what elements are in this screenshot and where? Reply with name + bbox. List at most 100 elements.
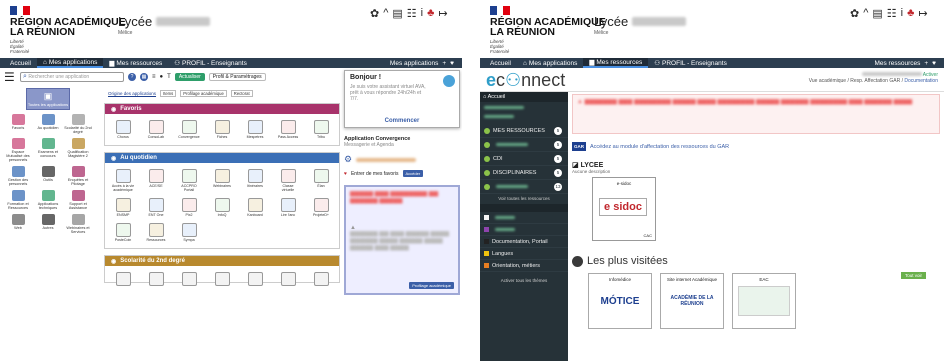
app-tile[interactable] <box>177 272 201 287</box>
access-button[interactable]: Accéder <box>402 170 424 177</box>
category-item[interactable]: Autres <box>34 214 62 234</box>
theme-item[interactable]: Orientation, métiers <box>480 260 568 272</box>
visited-card[interactable]: EAC <box>732 273 796 329</box>
menu-icon[interactable]: ☰ <box>4 70 16 84</box>
app-tile[interactable]: Classe virtuelle <box>276 169 300 192</box>
grid-view-icon[interactable]: ▦ <box>140 73 148 81</box>
category-item[interactable]: Web <box>4 214 32 234</box>
remove-favorite-link[interactable]: Entrer de mes favoris <box>351 171 399 177</box>
app-tile[interactable]: Accès à la vie académique <box>111 169 135 192</box>
avatar-icon[interactable]: ♣ <box>907 7 915 20</box>
tab-home[interactable]: Accueil <box>4 58 37 68</box>
tab-resources[interactable]: ▆ Mes ressources <box>103 58 168 68</box>
section-header[interactable]: ◉ Favoris <box>105 104 339 114</box>
users-icon[interactable]: ☷ <box>887 7 898 20</box>
sidebar-resource-item[interactable]: 13 <box>480 180 568 194</box>
theme-item[interactable]: Documentation, Portail <box>480 236 568 248</box>
chip-items[interactable]: Items <box>160 90 177 97</box>
app-tile[interactable] <box>111 272 135 287</box>
tab-home[interactable]: Accueil <box>484 58 517 68</box>
tab-apps[interactable]: ⌂ Mes applications <box>36 58 104 68</box>
info-icon[interactable]: i <box>421 7 424 20</box>
app-tile[interactable]: ProjeteD+ <box>309 198 333 217</box>
app-tile[interactable]: Kanboard <box>243 198 267 217</box>
category-item[interactable]: Webinaires et Services <box>64 214 92 234</box>
category-item[interactable]: Applications techniques <box>34 190 62 210</box>
esidoc-card[interactable]: e-sidoc e sidoc CAC <box>592 177 656 241</box>
sidebar-resource-item[interactable]: MES RESSOURCES 5 <box>480 124 568 138</box>
avatar-icon[interactable]: ♣ <box>427 7 435 20</box>
calendar-icon[interactable]: ▤ <box>872 7 883 20</box>
tab-profile[interactable]: ⚇ PROFIL - Enseignants <box>648 58 733 68</box>
search-input[interactable]: ⌕ Rechercher une application <box>20 72 124 82</box>
app-tile[interactable]: Pass Access <box>276 120 300 139</box>
activate-themes-link[interactable]: Activer tous les thèmes <box>480 278 568 283</box>
sidebar-resource-item[interactable]: DISCIPLINAIRES 5 <box>480 166 568 180</box>
tab-resources[interactable]: ▆ Mes ressources <box>583 58 649 68</box>
chip-profilage[interactable]: Profilage académique <box>180 90 227 97</box>
sidebar-resource-item[interactable]: 5 <box>480 138 568 152</box>
app-tile[interactable]: Webinaires <box>210 169 234 192</box>
app-tile[interactable]: Pix2 <box>177 198 201 217</box>
theme-item[interactable] <box>480 212 568 224</box>
logout-icon[interactable]: ↦ <box>918 7 928 20</box>
app-tile[interactable]: Chorus <box>111 120 135 139</box>
category-item[interactable]: Scolarité du 2nd degré <box>64 114 92 134</box>
nav-right[interactable]: Mes applications + ♥ <box>390 60 462 67</box>
app-tile[interactable]: ENT One <box>144 198 168 217</box>
category-item[interactable]: Espace Mutualisé des personnels <box>4 138 32 162</box>
list-view-icon[interactable]: ≡ <box>152 74 156 80</box>
nav-right[interactable]: Mes ressources + ♥ <box>874 60 944 67</box>
app-tile[interactable]: Fiches <box>210 120 234 139</box>
logout-icon[interactable]: ↦ <box>438 7 448 20</box>
see-all-link[interactable]: Voir toutes les ressources <box>480 194 568 204</box>
app-tile[interactable]: ACE/SE <box>144 169 168 192</box>
users-icon[interactable]: ☷ <box>407 7 418 20</box>
app-tile[interactable] <box>144 272 168 287</box>
app-tile[interactable] <box>276 272 300 287</box>
profilage-button[interactable]: Profilage académique <box>409 282 454 289</box>
app-tile[interactable]: Itinéraires <box>243 169 267 192</box>
chevron-up-icon[interactable]: ^ <box>863 7 869 20</box>
info-icon[interactable]: i <box>901 7 904 20</box>
chip-rectorat[interactable]: Rectorat <box>230 90 253 97</box>
sidebar-resource-item[interactable]: CDI 5 <box>480 152 568 166</box>
chevron-up-icon[interactable]: ^ <box>383 7 389 20</box>
sidebar-home[interactable]: ⌂ Accueil <box>480 92 568 102</box>
app-tile[interactable]: Mespetres <box>243 120 267 139</box>
section-header[interactable]: ◉ Scolarité du 2nd degré <box>105 256 339 266</box>
app-tile[interactable]: ConsoLab <box>144 120 168 139</box>
app-tile[interactable]: Élan <box>309 169 333 192</box>
app-tile[interactable]: Sympa <box>177 223 201 242</box>
app-tile[interactable]: PosteCoin <box>111 223 135 242</box>
dot-icon[interactable]: ● <box>160 74 164 80</box>
app-tile[interactable]: ACCPRO Portail <box>177 169 201 192</box>
category-item[interactable]: Formation et Ressources <box>4 190 32 210</box>
app-tile[interactable]: Tribu <box>309 120 333 139</box>
tab-profile[interactable]: ⚇ PROFIL - Enseignants <box>168 58 253 68</box>
app-tile[interactable]: ENSMP <box>111 198 135 217</box>
category-item[interactable]: Examens et concours <box>34 138 62 162</box>
app-tile[interactable]: Convergence <box>177 120 201 139</box>
section-header[interactable]: ◉ Au quotidien <box>105 153 339 163</box>
category-item[interactable]: Support et Assistance <box>64 190 92 210</box>
text-icon[interactable]: T <box>167 74 171 80</box>
gar-link[interactable]: GAR Accédez au module d'affectation des … <box>572 142 940 151</box>
category-item[interactable]: Qualification Magistère 2 <box>64 138 92 162</box>
help-icon[interactable]: ? <box>128 73 136 81</box>
visited-card[interactable]: Infomédice MÓTICE <box>588 273 652 329</box>
calendar-icon[interactable]: ▤ <box>392 7 403 20</box>
see-all-button[interactable]: Tout voir <box>900 272 926 279</box>
category-item[interactable]: Favoris <box>4 114 32 134</box>
app-tile[interactable] <box>210 272 234 287</box>
category-item[interactable]: Enquêtes et Pilotage <box>64 166 92 186</box>
app-tile[interactable] <box>309 272 333 287</box>
category-item[interactable]: Outils <box>34 166 62 186</box>
category-item[interactable]: Au quotidien <box>34 114 62 134</box>
app-tile[interactable]: InfoQ <box>210 198 234 217</box>
app-tile[interactable]: Lire l'anc <box>276 198 300 217</box>
tab-apps[interactable]: ⌂ Mes applications <box>517 58 583 68</box>
profile-settings-button[interactable]: Profil & Paramétrages <box>208 73 266 81</box>
category-item[interactable]: Gestion des personnels <box>4 166 32 186</box>
visited-card[interactable]: Site internet Académique ACADÉMIE DE LA R… <box>660 273 724 329</box>
